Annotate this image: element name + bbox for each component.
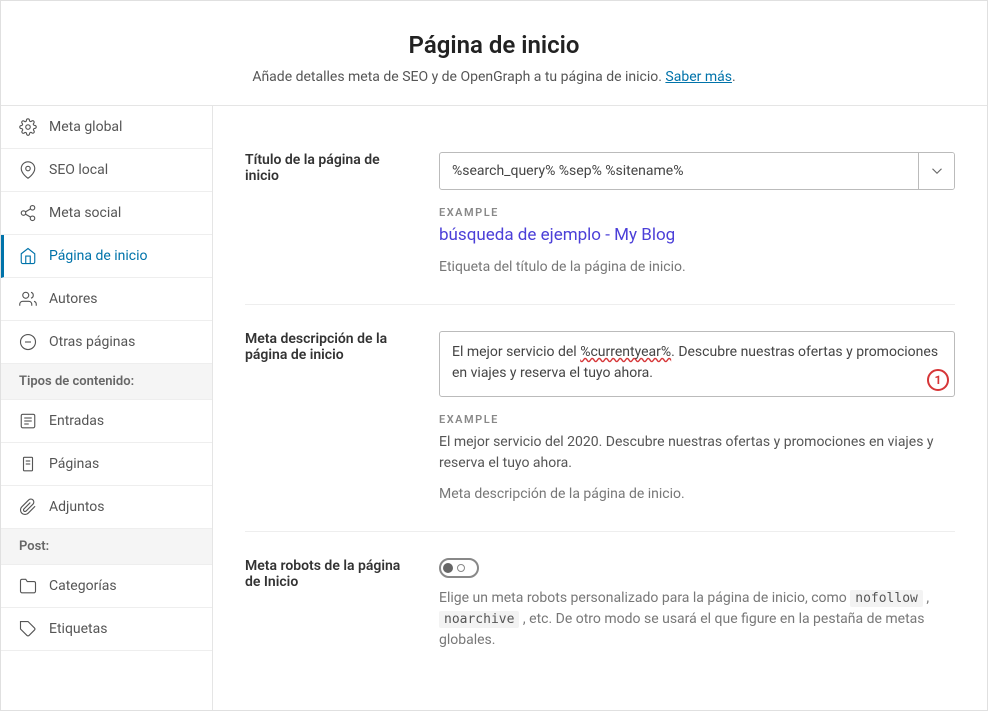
page-subtitle: Añade detalles meta de SEO y de OpenGrap… [21,69,967,85]
sidebar-item-seo-local[interactable]: SEO local [1,149,212,192]
sidebar-group-post: Post: [1,529,212,565]
sidebar-item-etiquetas[interactable]: Etiquetas [1,608,212,651]
sidebar-item-meta-global[interactable]: Meta global [1,106,212,149]
folder-icon [19,577,37,595]
example-preview: El mejor servicio del 2020. Descubre nue… [439,432,955,474]
sidebar-item-label: Meta social [49,205,121,221]
sidebar-item-label: Adjuntos [49,499,104,515]
gear-icon [19,118,37,136]
help-text: Elige un meta robots personalizado para … [439,588,955,651]
robots-toggle[interactable] [439,558,479,578]
app-root: Página de inicio Añade detalles meta de … [0,0,988,711]
spellcheck-error: %currentyear% [580,344,671,360]
setting-label: Título de la página de inicio [245,152,415,278]
tag-icon [19,620,37,638]
setting-home-description: Meta descripción de la página de inicio … [245,304,955,523]
sidebar-item-paginas[interactable]: Páginas [1,443,212,486]
sidebar: Meta global SEO local Meta social Página… [1,106,213,710]
post-icon [19,412,37,430]
title-input[interactable]: %search_query% %sep% %sitename% [439,152,955,190]
sidebar-item-categorias[interactable]: Categorías [1,565,212,608]
sidebar-item-label: Meta global [49,119,122,135]
chevron-down-icon [928,162,946,180]
title-input-value: %search_query% %sep% %sitename% [440,163,918,179]
sidebar-item-label: Otras páginas [49,334,135,350]
issue-count-badge[interactable]: 1 [927,369,949,391]
pin-icon [19,161,37,179]
sidebar-item-adjuntos[interactable]: Adjuntos [1,486,212,529]
sidebar-item-label: Entradas [49,413,104,429]
code-nofollow: nofollow [850,590,923,607]
learn-more-link[interactable]: Saber más [665,69,732,85]
setting-home-robots: Meta robots de la página de Inicio Elige… [245,531,955,669]
sidebar-item-autores[interactable]: Autores [1,278,212,321]
main-content: Título de la página de inicio %search_qu… [213,106,987,710]
body: Meta global SEO local Meta social Página… [1,106,987,710]
toggle-knob [443,563,453,573]
sidebar-item-label: Página de inicio [49,248,148,264]
sidebar-item-otras[interactable]: Otras páginas [1,321,212,364]
sidebar-item-label: Páginas [49,456,99,472]
sidebar-item-meta-social[interactable]: Meta social [1,192,212,235]
sidebar-item-home[interactable]: Página de inicio [1,235,212,278]
sidebar-item-entradas[interactable]: Entradas [1,400,212,443]
setting-label: Meta descripción de la página de inicio [245,331,415,505]
example-label: EXAMPLE [439,413,955,426]
page-icon [19,455,37,473]
expand-tokens-button[interactable] [918,153,954,189]
minus-circle-icon [19,333,37,351]
paperclip-icon [19,498,37,516]
toggle-track-dot [457,564,465,572]
code-noarchive: noarchive [439,611,519,628]
sidebar-item-label: Autores [49,291,97,307]
home-icon [19,247,37,265]
sidebar-item-label: Etiquetas [49,621,107,637]
setting-home-title: Título de la página de inicio %search_qu… [245,134,955,296]
example-label: EXAMPLE [439,206,955,219]
description-textarea[interactable]: El mejor servicio del %currentyear%. Des… [439,331,955,397]
share-icon [19,204,37,222]
setting-label: Meta robots de la página de Inicio [245,558,415,651]
page-title: Página de inicio [21,31,967,59]
help-text: Etiqueta del título de la página de inic… [439,257,955,278]
sidebar-item-label: Categorías [49,578,117,594]
page-header: Página de inicio Añade detalles meta de … [1,1,987,106]
help-text: Meta descripción de la página de inicio. [439,484,955,505]
users-icon [19,290,37,308]
example-preview: búsqueda de ejemplo - My Blog [439,225,955,245]
sidebar-group-content: Tipos de contenido: [1,364,212,400]
sidebar-item-label: SEO local [49,162,108,178]
